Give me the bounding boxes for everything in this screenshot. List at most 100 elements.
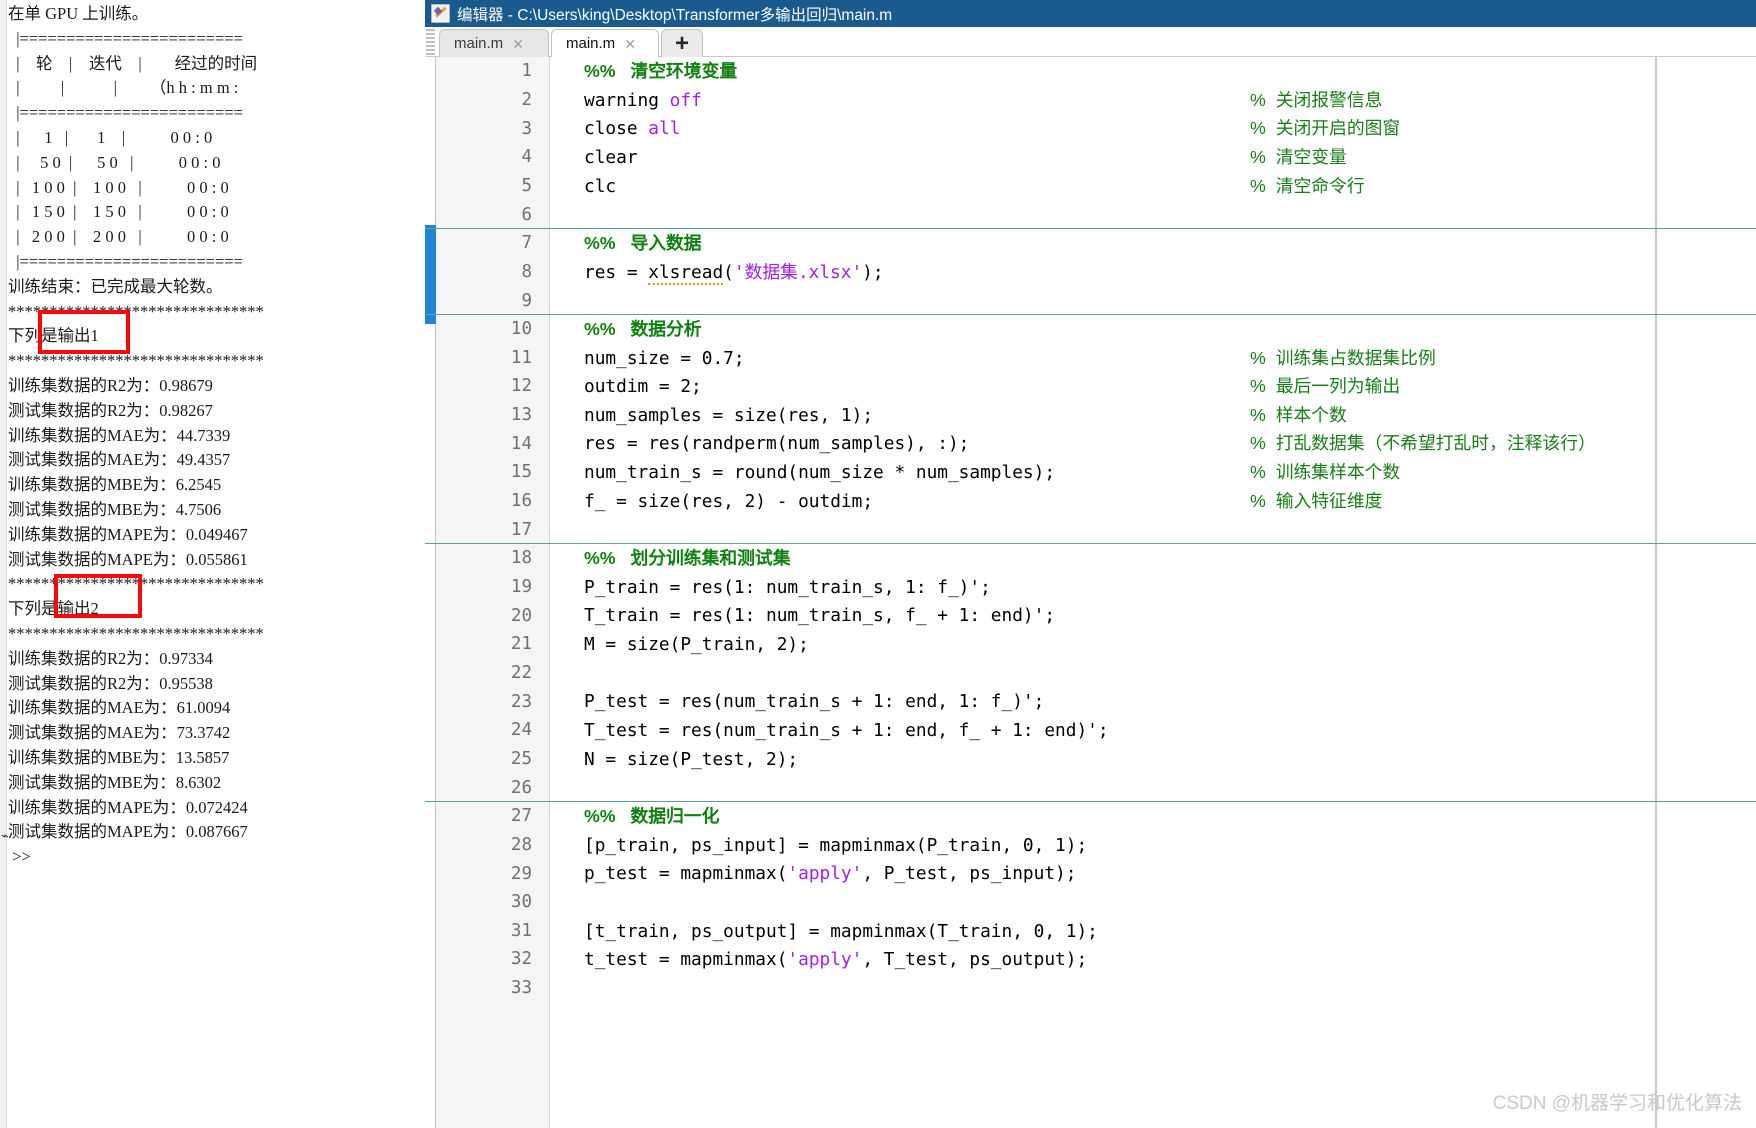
command-output-line: 测试集数据的MAE为：49.4357 [8,450,231,470]
code-line-cell[interactable]: clear % 清空变量 [550,143,1756,172]
code-line-cell[interactable] [550,773,1756,802]
code-line-cell[interactable]: outdim = 2; % 最后一列为输出 [550,372,1756,401]
code-line-row[interactable]: 33 [425,974,1756,1003]
code-line-cell[interactable]: num_samples = size(res, 1); % 样本个数 [550,401,1756,430]
code-line-row[interactable]: 4 clear % 清空变量 [425,143,1756,172]
code-line-cell[interactable]: clc % 清空命令行 [550,172,1756,201]
code-line-row[interactable]: 30 [425,888,1756,917]
code-line-row[interactable]: 25 N = size(P_test, 2); [425,745,1756,774]
line-number: 3 [521,118,532,139]
code-line-cell[interactable] [550,286,1756,315]
code-line-cell[interactable] [550,974,1756,1003]
code-line-cell[interactable]: %% 数据归一化 [550,802,1756,831]
matlab-command-window[interactable]: 在单 GPU 上训练。 |======================== | … [0,0,425,1128]
section-heading: %% 导入数据 [584,232,702,253]
code-line-cell[interactable]: p_test = mapminmax('apply', P_test, ps_i… [550,859,1756,888]
code-line-cell[interactable]: f_ = size(res, 2) - outdim; % 输入特征维度 [550,487,1756,516]
code-line-row[interactable]: 20 T_train = res(1: num_train_s, f_ + 1: … [425,601,1756,630]
code-line-row[interactable]: 8 res = xlsread('数据集.xlsx'); [425,258,1756,287]
code-line-cell[interactable]: %% 清空环境变量 [550,57,1756,86]
command-prompt-caret: ⌁ [1,828,9,843]
code-line-row[interactable]: 22 [425,659,1756,688]
line-number: 4 [521,147,532,168]
code-text: res = xlsread('数据集.xlsx'); [584,261,884,285]
code-line-row[interactable]: 19 P_train = res(1: num_train_s, 1: f_)'; [425,573,1756,602]
new-tab-button[interactable]: + [661,29,703,57]
code-line-row[interactable]: 28 [p_train, ps_input] = mapminmax(P_trai… [425,831,1756,860]
code-line-row[interactable]: 2 warning off % 关闭报警信息 [425,86,1756,115]
code-text: P_train = res(1: num_train_s, 1: f_)'; [584,576,991,598]
editor-title-text: 编辑器 - C:\Users\king\Desktop\Transformer多… [457,6,893,24]
code-line-cell[interactable]: num_train_s = round(num_size * num_sampl… [550,458,1756,487]
code-line-row[interactable]: 7 %% 导入数据 [425,229,1756,258]
code-line-row[interactable]: 15 num_train_s = round(num_size * num_sam… [425,458,1756,487]
matlab-editor-window[interactable]: 编辑器 - C:\Users\king\Desktop\Transformer多… [425,0,1756,1128]
tab-main-m-2[interactable]: main.m ✕ [551,29,659,57]
code-line-row[interactable]: 11 num_size = 0.7; % 训练集占数据集比例 [425,344,1756,373]
code-line-cell[interactable]: %% 数据分析 [550,315,1756,344]
code-line-cell[interactable]: %% 导入数据 [550,229,1756,258]
code-line-cell[interactable]: close all % 关闭开启的图窗 [550,114,1756,143]
code-line-cell[interactable]: T_test = res(num_train_s + 1: end, f_ + … [550,716,1756,745]
code-line-cell[interactable]: %% 划分训练集和测试集 [550,544,1756,573]
tab-close-icon[interactable]: ✕ [512,37,524,51]
code-line-row[interactable]: 10 %% 数据分析 [425,315,1756,344]
code-line-cell[interactable] [550,659,1756,688]
code-line-cell[interactable] [550,200,1756,229]
code-line-row[interactable]: 1 %% 清空环境变量 [425,57,1756,86]
tab-main-m-1[interactable]: main.m ✕ [439,29,549,57]
code-line-row[interactable]: 12 outdim = 2; % 最后一列为输出 [425,372,1756,401]
code-line-row[interactable]: 13 num_samples = size(res, 1); % 样本个数 [425,401,1756,430]
code-line-cell[interactable]: [p_train, ps_input] = mapminmax(P_train,… [550,831,1756,860]
command-window-left-rail [0,0,7,1128]
command-window-output: 在单 GPU 上训练。 |======================== | … [8,2,425,870]
code-text: [t_train, ps_output] = mapminmax(T_train… [584,920,1098,942]
code-line-row[interactable]: 9 [425,286,1756,315]
tab-close-icon[interactable]: ✕ [624,37,636,51]
code-line-row[interactable]: 6 [425,200,1756,229]
line-number: 1 [521,61,532,82]
code-line-cell[interactable]: N = size(P_test, 2); [550,745,1756,774]
code-line-cell[interactable] [550,888,1756,917]
editor-tab-strip[interactable]: main.m ✕ main.m ✕ + [425,27,1756,58]
code-line-row[interactable]: 31 [t_train, ps_output] = mapminmax(T_tra… [425,917,1756,946]
code-line-row[interactable]: 29 p_test = mapminmax('apply', P_test, ps… [425,859,1756,888]
code-line-cell[interactable]: t_test = mapminmax('apply', T_test, ps_o… [550,945,1756,974]
code-line-cell[interactable] [550,515,1756,544]
code-line-cell[interactable]: P_test = res(num_train_s + 1: end, 1: f_… [550,687,1756,716]
code-line-row[interactable]: 23 P_test = res(num_train_s + 1: end, 1: … [425,687,1756,716]
code-text: T_train = res(1: num_train_s, f_ + 1: en… [584,605,1056,627]
code-text: outdim = 2; [584,376,702,398]
code-text: clear [584,146,638,168]
code-line-cell[interactable]: T_train = res(1: num_train_s, f_ + 1: en… [550,601,1756,630]
code-line-row[interactable]: 14 res = res(randperm(num_samples), :); % … [425,429,1756,458]
code-editor-area[interactable]: 1 %% 清空环境变量 2 warning off % 关闭报警信息 3 close all… [425,57,1756,1128]
command-output-line: 测试集数据的MBE为：8.6302 [8,772,222,792]
code-line-row[interactable]: 26 [425,773,1756,802]
command-output-line: 训练集数据的R2为：0.98679 [8,375,213,395]
code-line-row[interactable]: 16 f_ = size(res, 2) - outdim; % 输入特征维度 [425,487,1756,516]
section-divider [425,543,1756,545]
code-line-cell[interactable]: M = size(P_train, 2); [550,630,1756,659]
code-line-cell[interactable]: res = res(randperm(num_samples), :); % 打乱… [550,429,1756,458]
code-line-cell[interactable]: P_train = res(1: num_train_s, 1: f_)'; [550,573,1756,602]
code-line-row[interactable]: 18 %% 划分训练集和测试集 [425,544,1756,573]
line-number: 2 [521,89,532,110]
line-number: 30 [510,892,532,913]
code-line-row[interactable]: 32 t_test = mapminmax('apply', T_test, ps… [425,945,1756,974]
code-line-row[interactable]: 5 clc % 清空命令行 [425,172,1756,201]
command-output-line: | 1 | 1 | 0 0 : 0 [8,127,213,147]
code-line-cell[interactable]: [t_train, ps_output] = mapminmax(T_train… [550,917,1756,946]
code-line-cell[interactable]: warning off % 关闭报警信息 [550,86,1756,115]
code-line-cell[interactable]: num_size = 0.7; % 训练集占数据集比例 [550,344,1756,373]
tab-strip-drag-handle[interactable] [426,29,435,55]
code-line-row[interactable]: 24 T_test = res(num_train_s + 1: end, f_ … [425,716,1756,745]
code-line-row[interactable]: 3 close all % 关闭开启的图窗 [425,114,1756,143]
code-line-row[interactable]: 17 [425,515,1756,544]
code-line-row[interactable]: 27 %% 数据归一化 [425,802,1756,831]
line-number: 13 [510,405,532,426]
code-line-row[interactable]: 21 M = size(P_train, 2); [425,630,1756,659]
code-line-cell[interactable]: res = xlsread('数据集.xlsx'); [550,258,1756,287]
section-divider [425,800,1756,802]
code-text: T_test = res(num_train_s + 1: end, f_ + … [584,719,1109,741]
